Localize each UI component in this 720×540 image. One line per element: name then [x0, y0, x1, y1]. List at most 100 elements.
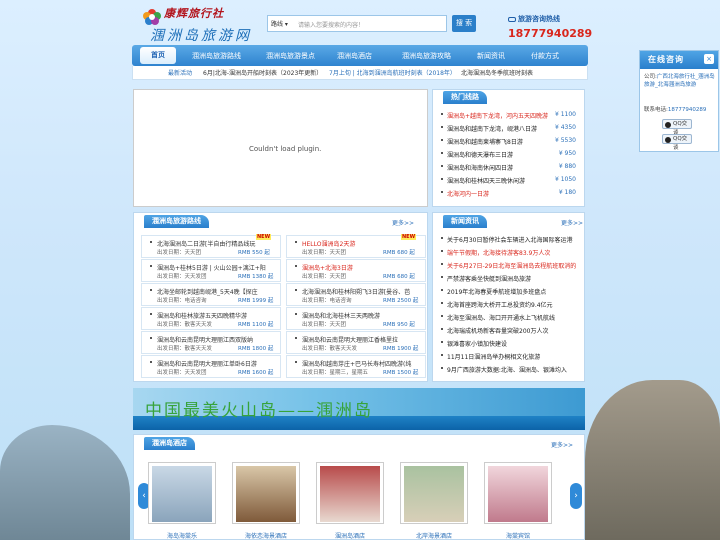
- route-name[interactable]: HELLO涠洲岛2天游: [302, 239, 355, 248]
- route-item[interactable]: 涠洲岛和北海桂林三天两晚游 出发日期：天天团 RMB 950 起: [286, 307, 426, 330]
- hot-route-bullet: [441, 152, 443, 154]
- route-item[interactable]: 涠洲岛和桂林旅游五天四晚精华游 出发日期：散客天天发 RMB 1100 起: [141, 307, 281, 330]
- hotel-card[interactable]: [148, 462, 216, 524]
- news-item[interactable]: 2019年北海春夏季航班增加多班盘点: [447, 287, 546, 296]
- nav-routes[interactable]: 涠洲岛旅游路线: [192, 51, 241, 61]
- search-button[interactable]: 搜 索: [452, 15, 476, 32]
- hotel-card[interactable]: [484, 462, 552, 524]
- news-bullet: [441, 250, 443, 252]
- news-bullet: [441, 276, 443, 278]
- hot-route-bullet: [441, 113, 443, 115]
- hot-route-name[interactable]: 涠洲岛和海南休闲四日游: [447, 163, 513, 172]
- route-bullet: [295, 361, 297, 363]
- qq-chat-button[interactable]: QQ交谈: [662, 119, 692, 136]
- site-logo[interactable]: 康辉旅行社 涠洲岛旅游网: [142, 3, 262, 44]
- promo-banner[interactable]: 中国最美火山岛——涠洲岛: [133, 388, 585, 430]
- route-name[interactable]: 涠洲岛和越南芽庄+巴马长寿村四晚游(纯: [302, 359, 411, 368]
- ticker-item[interactable]: 北海涠洲岛冬季航班时刻表: [461, 68, 533, 77]
- hotel-name[interactable]: 涠洲岛酒店: [316, 531, 384, 540]
- hotel-card[interactable]: [400, 462, 468, 524]
- hotel-card[interactable]: [232, 462, 300, 524]
- nav-news[interactable]: 新闻资讯: [477, 51, 505, 61]
- route-item[interactable]: 涠洲岛+北海3日游 出发日期：天天团 RMB 680 起: [286, 259, 426, 282]
- route-price: RMB 2500 起: [383, 298, 419, 304]
- route-item[interactable]: 涠洲岛和云南昆明大理丽江单卧6日游 出发日期：天天发团 RMB 1600 起: [141, 355, 281, 378]
- hotel-card[interactable]: [316, 462, 384, 524]
- hot-route-name[interactable]: 涠洲岛和德天瀑布三日游: [447, 150, 513, 159]
- news-more-link[interactable]: 更多>>: [561, 218, 583, 227]
- route-item[interactable]: 涠洲岛和云南昆明大理丽江西双版纳 出发日期：散客天天发 RMB 1800 起: [141, 331, 281, 354]
- route-bullet: [150, 361, 152, 363]
- route-item[interactable]: 北海涠洲岛二日游[半自由行精品线玩 出发日期：天天团 RMB 550 起 NEW: [141, 234, 281, 258]
- hotel-image: [488, 466, 548, 522]
- news-item[interactable]: 关于6月27日-29日北海至涠洲岛去程航班取消的: [447, 261, 576, 270]
- route-name[interactable]: 北海涠洲岛和桂林阳朔飞3日游[曼谷、芭: [302, 287, 410, 296]
- nav-hotels[interactable]: 涠洲岛酒店: [337, 51, 372, 61]
- close-icon[interactable]: ×: [704, 54, 714, 64]
- hotel-image: [236, 466, 296, 522]
- hot-routes-title: 热门线路: [443, 91, 487, 104]
- route-name[interactable]: 涠洲岛和云南昆明大理丽江单卧6日游: [157, 359, 257, 368]
- news-bullet: [441, 289, 443, 291]
- route-item[interactable]: 北海坐邮轮到越南岘港_5天4晚【探庄 出发日期：电话咨询 RMB 1999 起: [141, 283, 281, 306]
- route-name[interactable]: 涠洲岛和云南昆明大理丽江香格里拉: [302, 335, 398, 344]
- route-name[interactable]: 涠洲岛和北海桂林三天两晚游: [302, 311, 380, 320]
- route-item[interactable]: 北海涠洲岛和桂林阳朔飞3日游[曼谷、芭 出发日期：电话咨询 RMB 2500 起: [286, 283, 426, 306]
- news-item[interactable]: 北海瑞成机场新客吞量突破200万人次: [447, 326, 548, 335]
- route-name[interactable]: 涠洲岛和桂林旅游五天四晚精华游: [157, 311, 247, 320]
- news-item[interactable]: 严禁游客乘坐快艇到涠洲岛旅游: [447, 274, 531, 283]
- news-item[interactable]: 端午节假期，北海接待游客83.9万人次: [447, 248, 550, 257]
- route-date: 出发日期：天天发团: [157, 370, 207, 376]
- route-name[interactable]: 北海坐邮轮到越南岘港_5天4晚【探庄: [157, 287, 258, 296]
- news-item[interactable]: 11月11日涠洲岛举办桐相文化旅游: [447, 352, 540, 361]
- route-name[interactable]: 涠洲岛和云南昆明大理丽江西双版纳: [157, 335, 253, 344]
- route-item[interactable]: 涠洲岛和云南昆明大理丽江香格里拉 出发日期：散客天天发 RMB 1900 起: [286, 331, 426, 354]
- search-input[interactable]: 请输入您要搜索的内容！: [298, 20, 364, 29]
- hotline-number: 18777940289: [508, 27, 593, 40]
- qq-chat-button[interactable]: QQ交谈: [662, 134, 692, 151]
- news-item[interactable]: 北海至涠洲岛、海口开开通水上飞机航线: [447, 313, 555, 322]
- route-item[interactable]: 涠洲岛和越南芽庄+巴马长寿村四晚游(纯 出发日期：星期三，星期五 RMB 1500 …: [286, 355, 426, 378]
- nav-payment[interactable]: 付款方式: [531, 51, 559, 61]
- ticker-item[interactable]: 6月|北海-涠洲岛开船时刻表（2023年更新）: [203, 68, 322, 77]
- news-item[interactable]: 关于6月30日暂停社会车辆进入北海国际客运港: [447, 235, 572, 244]
- route-bullet: [150, 337, 152, 339]
- nav-home[interactable]: 首页: [140, 47, 176, 64]
- phone-icon: [508, 16, 516, 22]
- route-name[interactable]: 北海涠洲岛二日游[半自由行精品线玩: [157, 239, 255, 248]
- hotel-name[interactable]: 海棠宾馆: [484, 531, 552, 540]
- hotel-name[interactable]: 海依恋海景酒店: [232, 531, 300, 540]
- route-name[interactable]: 涠洲岛+北海3日游: [302, 263, 353, 272]
- hotels-more-link[interactable]: 更多>>: [551, 440, 573, 449]
- hot-route-name[interactable]: 涠洲岛和越南柬埔寨飞8日游: [447, 137, 523, 146]
- hot-route-price: ¥ 880: [558, 163, 576, 170]
- nav-guides[interactable]: 涠洲岛旅游攻略: [402, 51, 451, 61]
- route-item[interactable]: HELLO涠洲岛2天游 出发日期：天天团 RMB 680 起 NEW: [286, 234, 426, 258]
- hot-route-name[interactable]: 涠洲岛和桂林四天三晚休闲游: [447, 176, 525, 185]
- route-name[interactable]: 涠洲岛+桂林5日游 | 火山公园+漓江+阳: [157, 263, 266, 272]
- route-date: 出发日期：天天团: [157, 250, 202, 256]
- next-arrow-icon[interactable]: ›: [570, 483, 582, 509]
- qq-icon: [665, 122, 671, 128]
- route-bullet: [295, 265, 297, 267]
- routes-more-link[interactable]: 更多>>: [392, 218, 414, 227]
- news-item[interactable]: 北海首座跨海大桥开工总投资约9.4亿元: [447, 300, 553, 309]
- news-item[interactable]: 9月广西旅游大数据:北海、涠洲岛、银滩均入: [447, 365, 567, 374]
- hotline-label: 旅游咨询热线: [508, 14, 560, 24]
- route-date: 出发日期：散客天天发: [157, 322, 213, 328]
- search-category-select[interactable]: 路线 ▾: [271, 19, 288, 28]
- hot-route-name[interactable]: 北海河内一日游: [447, 189, 489, 198]
- hot-route-name[interactable]: 涠洲岛和越南下龙湾，岘港八日游: [447, 124, 537, 133]
- route-price: RMB 1800 起: [238, 346, 274, 352]
- route-date: 出发日期：星期三，星期五: [302, 370, 369, 376]
- nav-attractions[interactable]: 涠洲岛旅游景点: [266, 51, 315, 61]
- flash-plugin-area: Couldn't load plugin.: [133, 89, 428, 207]
- ticker-item[interactable]: 7月上旬 | 北海到涠洲岛航班时刻表（2018年）: [329, 68, 456, 77]
- route-price: RMB 1600 起: [238, 370, 274, 376]
- route-date: 出发日期：天天团: [302, 250, 347, 256]
- hotel-name[interactable]: 北岸海景酒店: [400, 531, 468, 540]
- hotel-name[interactable]: 海岛海棠乐: [148, 531, 216, 540]
- hot-route-name[interactable]: 涠洲岛+越南下龙湾，河内五天四晚游: [447, 111, 548, 120]
- news-item[interactable]: 银滩喜家小镇加快建设: [447, 339, 507, 348]
- route-item[interactable]: 涠洲岛+桂林5日游 | 火山公园+漓江+阳 出发日期：天天发团 RMB 1380 起: [141, 259, 281, 282]
